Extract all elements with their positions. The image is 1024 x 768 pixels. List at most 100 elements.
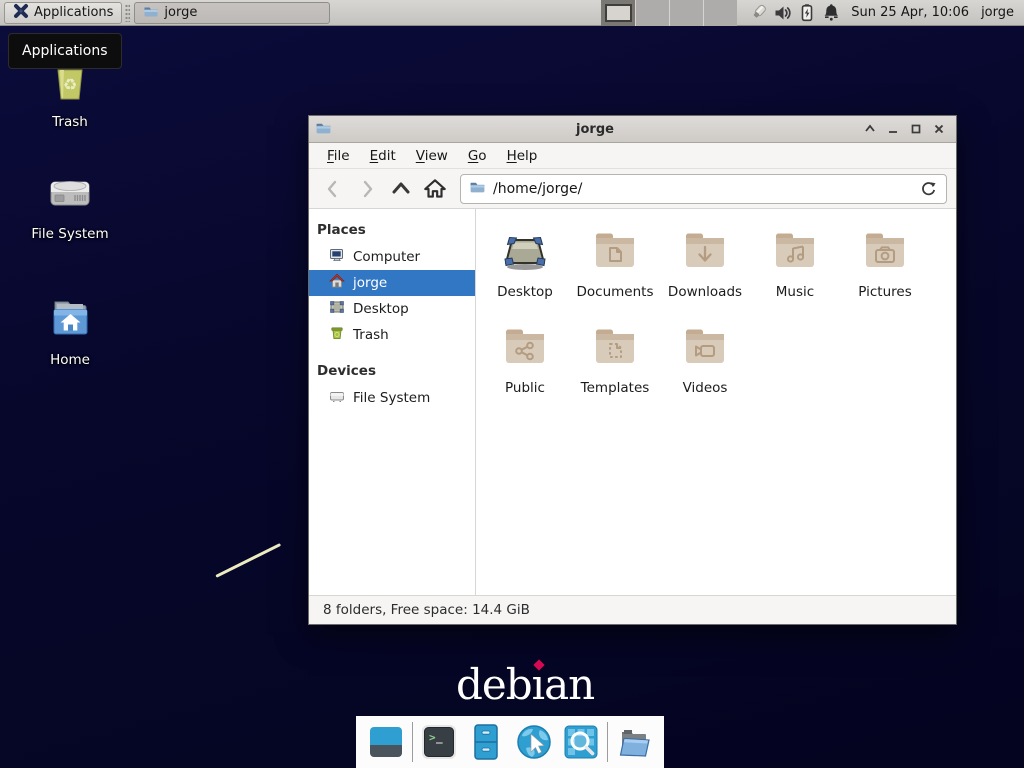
documents-folder-icon xyxy=(591,219,639,277)
path-input[interactable] xyxy=(493,181,909,197)
minimize-button[interactable] xyxy=(881,118,904,140)
videos-folder-icon xyxy=(681,315,729,373)
sidebar-label-jorge: jorge xyxy=(353,275,387,291)
folder-label: Templates xyxy=(581,380,650,396)
up-button[interactable] xyxy=(386,174,416,204)
statusbar: 8 folders, Free space: 14.4 GiB xyxy=(309,595,956,624)
menu-view[interactable]: View xyxy=(406,144,458,168)
applications-menu-label: Applications xyxy=(34,5,113,20)
folder-item-documents[interactable]: Documents xyxy=(570,219,660,315)
sidebar-item-jorge[interactable]: jorge xyxy=(309,270,475,296)
file-manager-window: jorge File Edit View Go Help xyxy=(308,115,957,625)
username-label: jorge xyxy=(981,5,1014,20)
window-titlebar[interactable]: jorge xyxy=(309,116,956,143)
back-button[interactable] xyxy=(318,174,348,204)
show-desktop-icon[interactable] xyxy=(365,721,407,763)
folder-label: Downloads xyxy=(668,284,742,300)
workspace-4[interactable] xyxy=(703,0,737,26)
pictures-folder-icon xyxy=(861,219,909,277)
home-icon xyxy=(329,273,345,293)
menu-file[interactable]: File xyxy=(317,144,360,168)
tooltip-text: Applications xyxy=(22,43,108,59)
desktop-icon-home[interactable]: Home xyxy=(22,294,118,368)
debian-logo: debıan xyxy=(456,660,594,709)
applications-tooltip: Applications xyxy=(8,33,122,69)
svg-text:>: > xyxy=(429,731,436,744)
file-cabinet-icon[interactable] xyxy=(465,721,507,763)
close-button[interactable] xyxy=(927,118,950,140)
shade-button[interactable] xyxy=(858,118,881,140)
workspace-2[interactable] xyxy=(635,0,669,26)
clock[interactable]: Sun 25 Apr, 10:06 xyxy=(851,5,969,20)
folder-item-desktop[interactable]: Desktop xyxy=(480,219,570,315)
path-bar[interactable] xyxy=(460,174,947,204)
debian-red-dot xyxy=(533,659,544,670)
workspace-switcher[interactable] xyxy=(601,0,737,26)
folder-item-downloads[interactable]: Downloads xyxy=(660,219,750,315)
folder-label: Pictures xyxy=(858,284,911,300)
desktop-mini-icon xyxy=(329,299,345,319)
folder-item-videos[interactable]: Videos xyxy=(660,315,750,411)
trash-mini-icon xyxy=(329,325,345,345)
svg-text:♻: ♻ xyxy=(63,75,77,94)
maximize-button[interactable] xyxy=(904,118,927,140)
workspace-1-active[interactable] xyxy=(601,0,635,26)
sidebar: Places Computer xyxy=(309,209,476,595)
window-title: jorge xyxy=(332,122,858,137)
terminal-icon[interactable]: > _ xyxy=(418,721,460,763)
folder-item-templates[interactable]: Templates xyxy=(570,315,660,411)
sidebar-item-desktop[interactable]: Desktop xyxy=(309,296,475,322)
folder-label: Documents xyxy=(577,284,654,300)
computer-icon xyxy=(329,247,345,267)
desktop: Applications jorge xyxy=(0,0,1024,768)
svg-text:_: _ xyxy=(436,731,443,744)
home-button[interactable] xyxy=(420,174,450,204)
sidebar-item-computer[interactable]: Computer xyxy=(309,244,475,270)
sidebar-label-desktop: Desktop xyxy=(353,301,409,317)
taskbar-window-button[interactable]: jorge xyxy=(134,2,330,24)
desktop-special-icon xyxy=(498,219,552,277)
public-folder-icon xyxy=(501,315,549,373)
folder-item-pictures[interactable]: Pictures xyxy=(840,219,930,315)
hard-drive-icon xyxy=(46,168,94,220)
sidebar-label-computer: Computer xyxy=(353,249,420,265)
menu-help[interactable]: Help xyxy=(497,144,548,168)
web-browser-icon[interactable] xyxy=(513,721,555,763)
folder-item-public[interactable]: Public xyxy=(480,315,570,411)
menu-edit[interactable]: Edit xyxy=(360,144,406,168)
top-panel: Applications jorge xyxy=(0,0,1024,26)
notification-bell-tray-icon[interactable] xyxy=(819,1,843,25)
input-device-tray-icon[interactable] xyxy=(747,1,771,25)
dock-separator xyxy=(607,722,608,762)
music-folder-icon xyxy=(771,219,819,277)
dock-separator xyxy=(412,722,413,762)
reload-button[interactable] xyxy=(916,177,940,201)
menu-go[interactable]: Go xyxy=(458,144,497,168)
folder-item-music[interactable]: Music xyxy=(750,219,840,315)
window-folder-icon xyxy=(315,119,332,140)
workspace-3[interactable] xyxy=(669,0,703,26)
status-text: 8 folders, Free space: 14.4 GiB xyxy=(323,602,530,618)
folder-label: Music xyxy=(776,284,814,300)
sidebar-header-devices: Devices xyxy=(309,358,475,385)
battery-tray-icon[interactable] xyxy=(795,1,819,25)
desktop-icon-file-system[interactable]: File System xyxy=(22,168,118,242)
dock: > _ xyxy=(356,716,664,768)
home-label: Home xyxy=(50,352,90,368)
applications-menu-button[interactable]: Applications xyxy=(4,2,122,24)
templates-folder-icon xyxy=(591,315,639,373)
directory-menu-icon[interactable] xyxy=(613,721,655,763)
forward-button[interactable] xyxy=(352,174,382,204)
panel-separator-handle[interactable] xyxy=(125,4,130,22)
sidebar-item-trash[interactable]: Trash xyxy=(309,322,475,348)
sidebar-item-file-system[interactable]: File System xyxy=(309,385,475,411)
path-folder-icon xyxy=(469,178,486,199)
application-finder-icon[interactable] xyxy=(560,721,602,763)
home-folder-icon xyxy=(45,294,95,346)
xfce-logo-icon xyxy=(13,3,29,23)
volume-tray-icon[interactable] xyxy=(771,1,795,25)
folder-label: Desktop xyxy=(497,284,553,300)
folder-label: Public xyxy=(505,380,545,396)
file-list: Desktop Documents xyxy=(476,209,956,595)
drive-mini-icon xyxy=(329,388,345,408)
